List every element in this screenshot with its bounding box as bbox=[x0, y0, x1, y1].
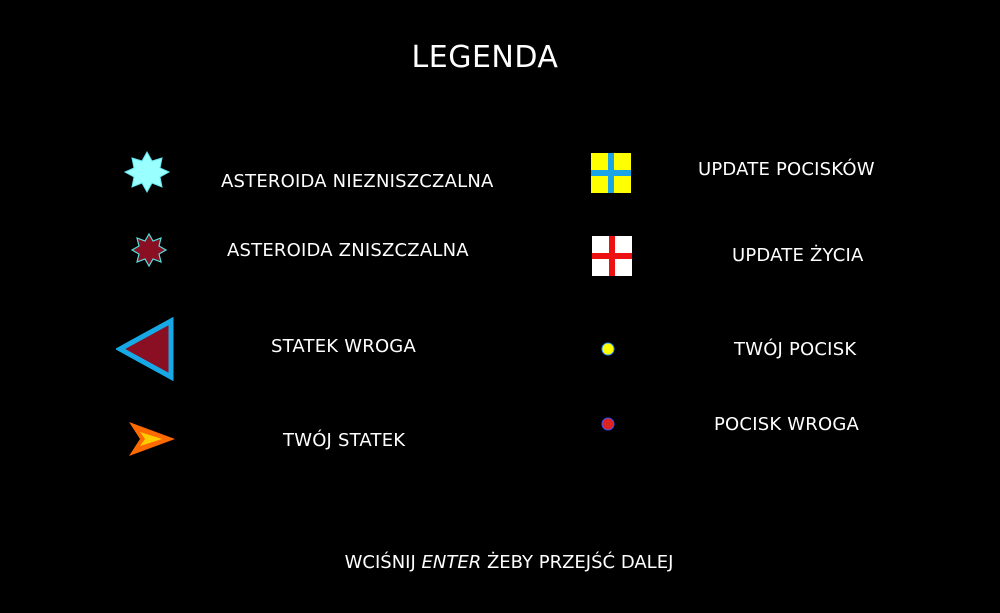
indestructible-asteroid-icon bbox=[124, 150, 170, 194]
legend-label-destructible-asteroid: ASTEROIDA ZNISZCZALNA bbox=[227, 240, 469, 261]
legend-label-enemy-bullet: POCISK WROGA bbox=[714, 414, 859, 435]
continue-prompt-before: WCIŚNIJ bbox=[344, 552, 422, 573]
legend-label-ammo-update: UPDATE POCISKÓW bbox=[698, 159, 875, 180]
legend-label-life-update: UPDATE ŻYCIA bbox=[732, 245, 864, 266]
enter-key-label: ENTER bbox=[421, 552, 482, 573]
legend-label-enemy-ship: STATEK WROGA bbox=[271, 336, 416, 357]
life-update-icon bbox=[592, 236, 632, 276]
legend-label-indestructible-asteroid: ASTEROIDA NIEZNISZCZALNA bbox=[221, 171, 494, 192]
continue-prompt-after: ŻEBY PRZEJŚĆ DALEJ bbox=[481, 552, 674, 573]
player-ship-icon bbox=[129, 422, 175, 456]
legend-title: LEGENDA bbox=[411, 40, 559, 75]
continue-prompt: WCIŚNIJ ENTER ŻEBY PRZEJŚĆ DALEJ bbox=[0, 552, 1000, 573]
player-bullet-icon bbox=[601, 342, 615, 356]
enemy-ship-icon bbox=[116, 317, 174, 381]
destructible-asteroid-icon bbox=[131, 232, 167, 268]
enemy-bullet-icon bbox=[601, 417, 615, 431]
legend-label-player-ship: TWÓJ STATEK bbox=[283, 430, 406, 451]
ammo-update-icon bbox=[591, 153, 631, 193]
legend-label-player-bullet: TWÓJ POCISK bbox=[734, 339, 857, 360]
